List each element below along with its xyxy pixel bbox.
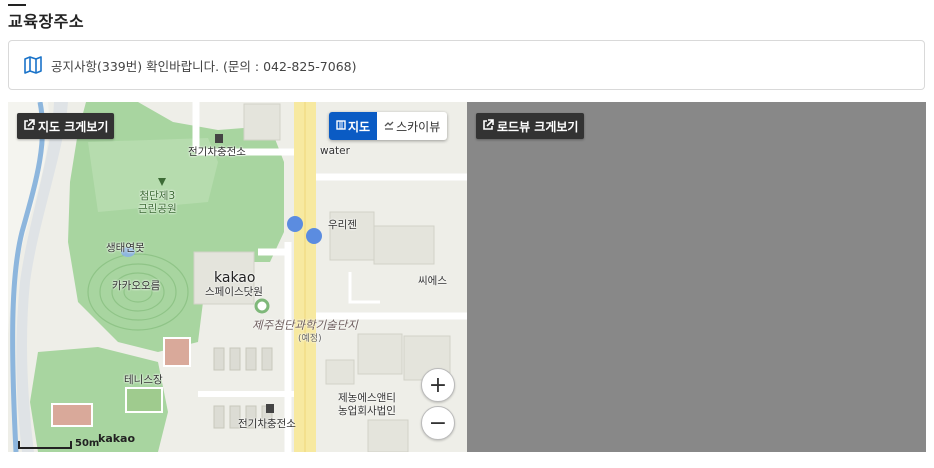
map-small-icon xyxy=(336,119,346,133)
roadview-panel[interactable]: 로드뷰 크게보기 xyxy=(467,102,926,452)
map-icon xyxy=(23,55,43,75)
map-type-switch: 지도 스카이뷰 xyxy=(329,112,448,140)
map-brand-logo: kakao xyxy=(98,432,136,445)
label-planned: (예정) xyxy=(298,334,322,344)
label-ecopond: 생태연못 xyxy=(106,242,145,254)
label-sees: 씨에스 xyxy=(418,275,447,287)
label-complex: 제주첨단과학기술단지 xyxy=(252,318,358,332)
skyview-icon xyxy=(384,119,394,133)
scale-label: 50m xyxy=(75,438,100,449)
map-large-view-button[interactable]: 지도 크게보기 xyxy=(17,113,115,139)
map-scale: 50m xyxy=(18,438,99,449)
scale-bar xyxy=(18,441,72,449)
label-kakao-oreum: 카카오오름 xyxy=(112,280,161,292)
map-view[interactable]: 전기차충전소 water 첨단제3 근린공원 생태연못 카카오오름 kakao … xyxy=(8,102,467,452)
zoom-out-button[interactable]: − xyxy=(421,406,455,440)
label-kakao: kakao xyxy=(214,270,256,286)
label-ev-station-top: 전기차충전소 xyxy=(188,146,246,158)
label-water: water xyxy=(320,145,350,157)
label-urijen: 우리젠 xyxy=(328,219,357,231)
roadview-large-view-label: 로드뷰 크게보기 xyxy=(497,119,579,134)
label-park: 첨단제3 근린공원 xyxy=(138,190,177,216)
section-title: 교육장주소 xyxy=(8,12,85,31)
map-large-view-label: 지도 크게보기 xyxy=(38,119,109,134)
zoom-in-button[interactable]: + xyxy=(421,368,455,402)
roadview-large-view-button[interactable]: 로드뷰 크게보기 xyxy=(476,113,585,139)
map-type-skyview-label: 스카이뷰 xyxy=(396,119,441,134)
notice-box: 공지사항(339번) 확인바랍니다. (문의 : 042-825-7068) xyxy=(8,40,925,90)
notice-text: 공지사항(339번) 확인바랍니다. (문의 : 042-825-7068) xyxy=(51,58,357,74)
label-ev-station-bottom: 전기차충전소 xyxy=(238,418,296,430)
map-type-skyview-button[interactable]: 스카이뷰 xyxy=(377,112,447,140)
external-link-icon xyxy=(482,118,494,134)
title-accent-bar xyxy=(8,4,26,6)
map-type-map-label: 지도 xyxy=(348,119,371,134)
label-nongup: 제농에스앤티 농업회사법인 xyxy=(338,392,396,418)
label-tennis: 테니스장 xyxy=(124,374,163,386)
label-space-dotwon: 스페이스닷원 xyxy=(205,286,263,298)
map-type-map-button[interactable]: 지도 xyxy=(329,112,378,140)
external-link-icon xyxy=(23,118,35,134)
